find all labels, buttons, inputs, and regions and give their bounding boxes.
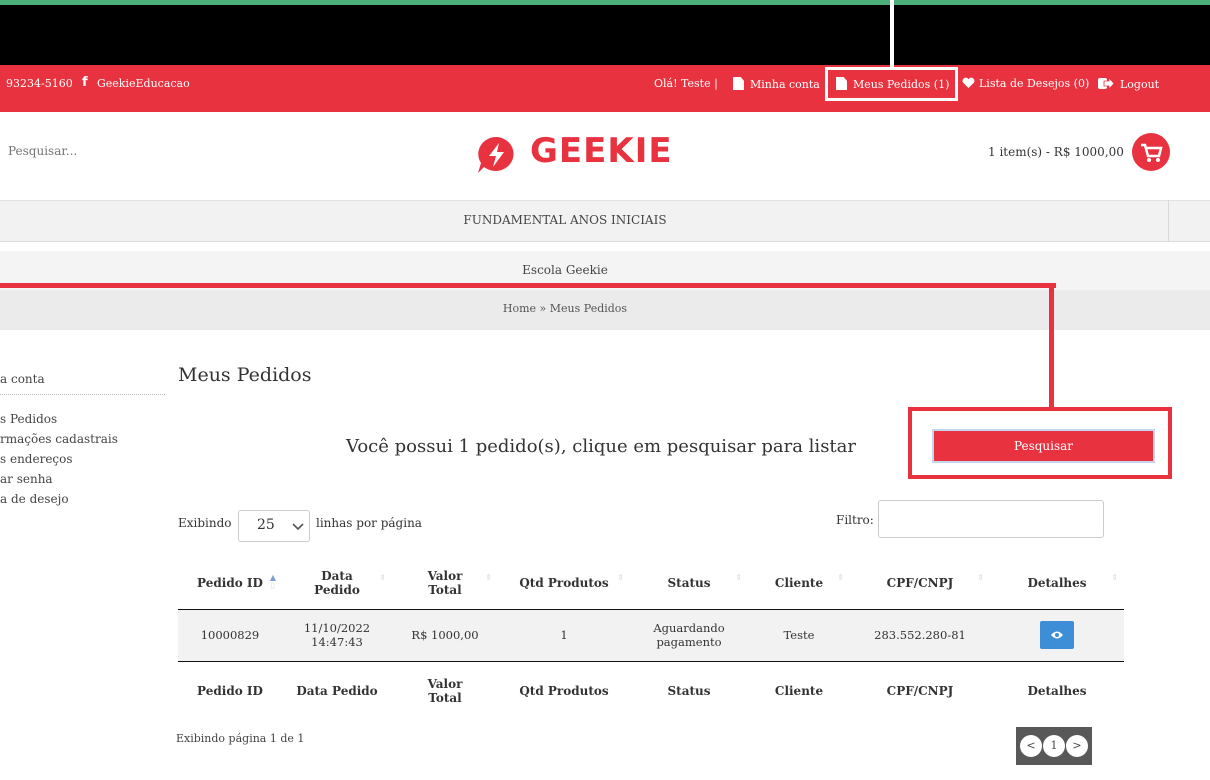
page-size-select[interactable]: 25 bbox=[238, 510, 310, 542]
sort-icon: ⇕ bbox=[735, 572, 742, 582]
col-header-status[interactable]: Status ⇕ bbox=[630, 557, 748, 610]
page-title: Meus Pedidos bbox=[178, 364, 312, 386]
orders-table: Pedido ID ▲ ▯ Data Pedido ⇕ Valor Total ⇕ Qt… bbox=[178, 557, 1124, 721]
heart-icon bbox=[962, 77, 975, 88]
table-footer-row: Pedido ID Data Pedido Valor Total Qtd Pr… bbox=[178, 661, 1124, 721]
col-header-order-id[interactable]: Pedido ID ▲ ▯ bbox=[178, 557, 282, 610]
cell-qty: 1 bbox=[498, 609, 630, 662]
footer-status: Status bbox=[667, 684, 711, 699]
search-input[interactable] bbox=[8, 144, 208, 158]
black-banner bbox=[0, 5, 1210, 65]
facebook-icon[interactable]: f bbox=[82, 75, 88, 90]
cell-cpf: 283.552.280-81 bbox=[850, 609, 990, 662]
greeting: Olá! Teste | bbox=[654, 77, 718, 90]
filter-input[interactable] bbox=[878, 500, 1104, 538]
phone-number: 93234-5160 bbox=[6, 77, 73, 90]
breadcrumb[interactable]: Home » Meus Pedidos bbox=[0, 302, 1130, 315]
sort-icon: ⇕ bbox=[1111, 572, 1118, 582]
annotation-highlight-orders bbox=[825, 67, 958, 101]
footer-total: Valor Total bbox=[427, 677, 463, 706]
sort-icon: ▲ ▯ bbox=[269, 572, 276, 590]
pagination-info: Exibindo página 1 de 1 bbox=[176, 732, 305, 745]
footer-order-date: Data Pedido bbox=[296, 684, 378, 699]
table-row[interactable]: 10000829 11/10/2022 14:47:43 R$ 1000,00 … bbox=[178, 609, 1124, 662]
page-1-button[interactable]: 1 bbox=[1043, 735, 1065, 757]
footer-qty: Qtd Produtos bbox=[519, 684, 609, 699]
cart-icon[interactable] bbox=[1132, 133, 1170, 171]
sidebar-item-addresses[interactable]: s endereços bbox=[0, 449, 165, 469]
col-header-details[interactable]: Detalhes ⇕ bbox=[990, 557, 1124, 610]
cell-order-id: 10000829 bbox=[178, 609, 282, 662]
sidebar-item-profile[interactable]: rmações cadastrais bbox=[0, 429, 165, 449]
view-details-button[interactable] bbox=[1040, 621, 1074, 649]
per-page-label: linhas por página bbox=[316, 516, 422, 530]
sort-icon: ⇕ bbox=[379, 572, 386, 582]
sort-icon: ⇕ bbox=[485, 572, 492, 582]
annotation-pointer bbox=[890, 0, 894, 68]
top-bar: 93234-5160 f GeekieEducacao Olá! Teste |… bbox=[0, 65, 1210, 112]
orders-count-message: Você possui 1 pedido(s), clique em pesqu… bbox=[346, 436, 856, 457]
filter-label: Filtro: bbox=[836, 513, 874, 527]
chevron-down-icon bbox=[292, 523, 304, 531]
sort-icon: ⇕ bbox=[977, 572, 984, 582]
pagination: < 1 > bbox=[1016, 727, 1092, 765]
cell-details bbox=[990, 609, 1124, 662]
col-header-total[interactable]: Valor Total ⇕ bbox=[392, 557, 498, 610]
nav-divider bbox=[1168, 200, 1169, 242]
logout-icon bbox=[1098, 76, 1115, 91]
wishlist-link[interactable]: Lista de Desejos (0) bbox=[962, 77, 1089, 90]
cell-status: Aguardando pagamento bbox=[630, 609, 748, 662]
prev-page-button[interactable]: < bbox=[1020, 735, 1042, 757]
sidebar-item-wishlist[interactable]: a de desejo bbox=[0, 489, 165, 509]
col-header-qty[interactable]: Qtd Produtos ⇕ bbox=[498, 557, 630, 610]
geekie-logo-icon[interactable] bbox=[474, 135, 520, 175]
my-account-link[interactable]: Minha conta bbox=[733, 77, 820, 91]
annotation-connector bbox=[0, 283, 1056, 288]
table-header-row: Pedido ID ▲ ▯ Data Pedido ⇕ Valor Total ⇕ Qt… bbox=[178, 557, 1124, 610]
facebook-link[interactable]: GeekieEducacao bbox=[97, 77, 190, 90]
cell-order-date: 11/10/2022 14:47:43 bbox=[282, 609, 392, 662]
footer-client: Cliente bbox=[774, 684, 824, 699]
sort-icon: ⇕ bbox=[617, 572, 624, 582]
footer-details: Detalhes bbox=[1027, 684, 1087, 699]
footer-cpf: CPF/CNPJ bbox=[886, 684, 954, 699]
annotation-connector-vertical bbox=[1049, 283, 1054, 410]
showing-label: Exibindo bbox=[178, 516, 232, 530]
sidebar-item-orders[interactable]: s Pedidos bbox=[0, 409, 165, 429]
logo-text[interactable]: GEEKIE bbox=[530, 131, 673, 171]
footer-order-id: Pedido ID bbox=[197, 684, 263, 699]
cell-total: R$ 1000,00 bbox=[392, 609, 498, 662]
nav-item-fundamental[interactable]: FUNDAMENTAL ANOS INICIAIS bbox=[0, 213, 1130, 227]
sidebar-item-password[interactable]: ar senha bbox=[0, 469, 165, 489]
cart-summary[interactable]: 1 item(s) - R$ 1000,00 bbox=[988, 145, 1124, 159]
document-icon bbox=[733, 77, 744, 90]
page-size-value: 25 bbox=[257, 517, 275, 533]
col-header-order-date[interactable]: Data Pedido ⇕ bbox=[282, 557, 392, 610]
eye-icon bbox=[1051, 631, 1063, 639]
logout-link[interactable]: Logout bbox=[1098, 76, 1159, 91]
sort-icon: ⇕ bbox=[837, 572, 844, 582]
account-sidebar: a conta s Pedidos rmações cadastrais s e… bbox=[0, 372, 165, 509]
search-button[interactable]: Pesquisar bbox=[932, 429, 1155, 463]
col-header-client[interactable]: Cliente ⇕ bbox=[748, 557, 850, 610]
col-header-cpf[interactable]: CPF/CNPJ ⇕ bbox=[850, 557, 990, 610]
next-page-button[interactable]: > bbox=[1066, 735, 1088, 757]
school-name: Escola Geekie bbox=[522, 263, 608, 277]
sidebar-heading: a conta bbox=[0, 372, 165, 395]
cell-client: Teste bbox=[748, 609, 850, 662]
